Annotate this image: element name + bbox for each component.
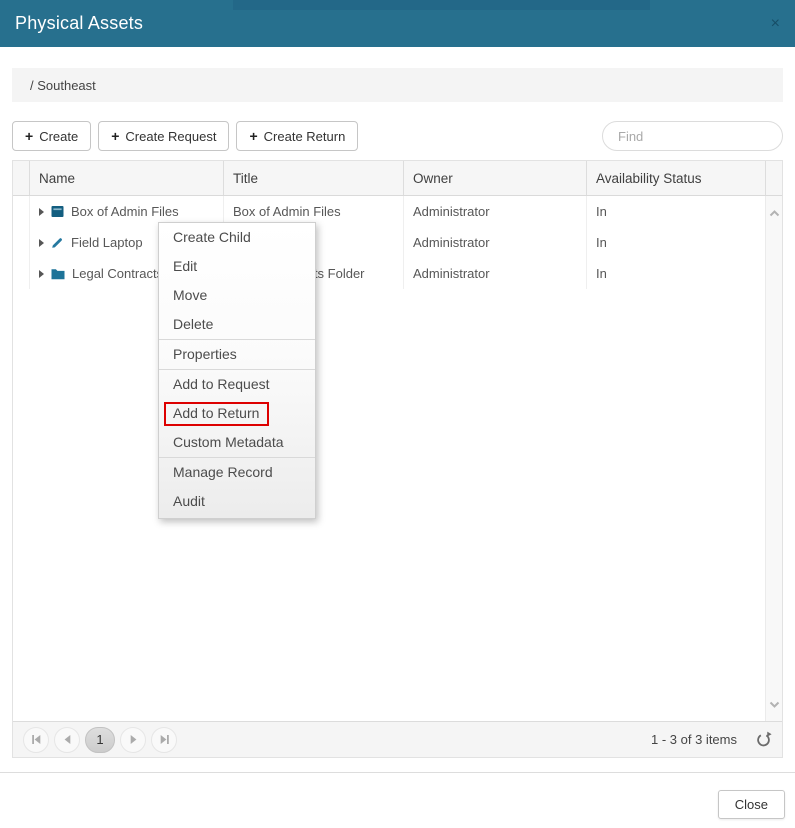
scroll-down-icon[interactable] xyxy=(769,695,780,713)
row-owner: Administrator xyxy=(403,227,586,258)
plus-icon: + xyxy=(25,128,33,144)
row-name: Box of Admin Files xyxy=(71,204,179,219)
menu-item-delete[interactable]: Delete xyxy=(159,310,315,339)
scrollbar-header-spacer xyxy=(765,161,782,195)
titlebar-shade-artifact xyxy=(233,0,650,10)
row-status: In xyxy=(586,227,765,258)
assets-grid: Name Title Owner Availability Status Box… xyxy=(12,160,783,758)
grid-header-row: Name Title Owner Availability Status xyxy=(13,161,782,196)
row-name: Field Laptop xyxy=(71,235,143,250)
menu-item-custom-metadata[interactable]: Custom Metadata xyxy=(159,428,315,457)
dialog-title: Physical Assets xyxy=(15,13,143,34)
menu-item-add-to-return[interactable]: Add to Return xyxy=(159,399,315,428)
box-icon xyxy=(51,205,64,218)
column-header-title[interactable]: Title xyxy=(223,161,403,195)
create-return-button[interactable]: + Create Return xyxy=(236,121,358,151)
row-owner: Administrator xyxy=(403,196,586,227)
menu-item-audit[interactable]: Audit xyxy=(159,487,315,516)
menu-item-properties[interactable]: Properties xyxy=(159,340,315,369)
row-status: In xyxy=(586,258,765,289)
close-button[interactable]: Close xyxy=(718,790,785,819)
menu-item-move[interactable]: Move xyxy=(159,281,315,310)
grid-body: Box of Admin Files Box of Admin Files Ad… xyxy=(13,196,782,721)
column-header-owner[interactable]: Owner xyxy=(403,161,586,195)
last-page-button[interactable] xyxy=(151,727,177,753)
expand-arrow-icon[interactable] xyxy=(39,239,44,247)
toolbar: + Create + Create Request + Create Retur… xyxy=(12,121,783,151)
create-request-button[interactable]: + Create Request xyxy=(98,121,229,151)
red-highlight-box[interactable]: Add to Return xyxy=(164,402,269,426)
vertical-scrollbar[interactable] xyxy=(765,196,782,721)
row-status: In xyxy=(586,196,765,227)
next-page-button[interactable] xyxy=(120,727,146,753)
plus-icon: + xyxy=(111,128,119,144)
menu-item-manage-record[interactable]: Manage Record xyxy=(159,458,315,487)
previous-page-button[interactable] xyxy=(54,727,80,753)
dialog-titlebar: Physical Assets × xyxy=(0,0,795,47)
breadcrumb: / Southeast xyxy=(12,68,783,102)
physical-assets-dialog: Physical Assets × / Southeast + Create +… xyxy=(0,0,795,828)
folder-icon xyxy=(51,268,65,280)
plus-icon: + xyxy=(249,128,257,144)
pencil-icon xyxy=(51,236,64,249)
create-button[interactable]: + Create xyxy=(12,121,91,151)
expand-arrow-icon[interactable] xyxy=(39,208,44,216)
table-row[interactable]: Legal Contracts Legal Contracts Folder A… xyxy=(13,258,765,289)
page-number-button[interactable]: 1 xyxy=(85,727,115,753)
row-owner: Administrator xyxy=(403,258,586,289)
column-header-availability-status[interactable]: Availability Status xyxy=(586,161,765,195)
first-page-button[interactable] xyxy=(23,727,49,753)
pager: 1 1 - 3 of 3 items xyxy=(13,721,782,757)
menu-item-add-to-request[interactable]: Add to Request xyxy=(159,370,315,399)
find-input[interactable] xyxy=(602,121,783,151)
menu-item-create-child[interactable]: Create Child xyxy=(159,223,315,252)
rows-area: Box of Admin Files Box of Admin Files Ad… xyxy=(13,196,765,721)
column-header-name[interactable]: Name xyxy=(29,161,223,195)
expander-column-header xyxy=(13,161,29,195)
context-menu: Create Child Edit Move Delete Properties… xyxy=(158,222,316,519)
breadcrumb-path: / Southeast xyxy=(30,78,96,93)
close-icon[interactable]: × xyxy=(771,16,780,32)
table-row[interactable]: Field Laptop Field Laptop Administrator … xyxy=(13,227,765,258)
expand-arrow-icon[interactable] xyxy=(39,270,44,278)
table-row[interactable]: Box of Admin Files Box of Admin Files Ad… xyxy=(13,196,765,227)
refresh-icon[interactable] xyxy=(755,731,772,748)
scroll-up-icon[interactable] xyxy=(769,204,780,222)
menu-item-edit[interactable]: Edit xyxy=(159,252,315,281)
dialog-footer: Close xyxy=(0,772,795,819)
pager-info-text: 1 - 3 of 3 items xyxy=(651,732,737,747)
row-name: Legal Contracts xyxy=(72,266,163,281)
